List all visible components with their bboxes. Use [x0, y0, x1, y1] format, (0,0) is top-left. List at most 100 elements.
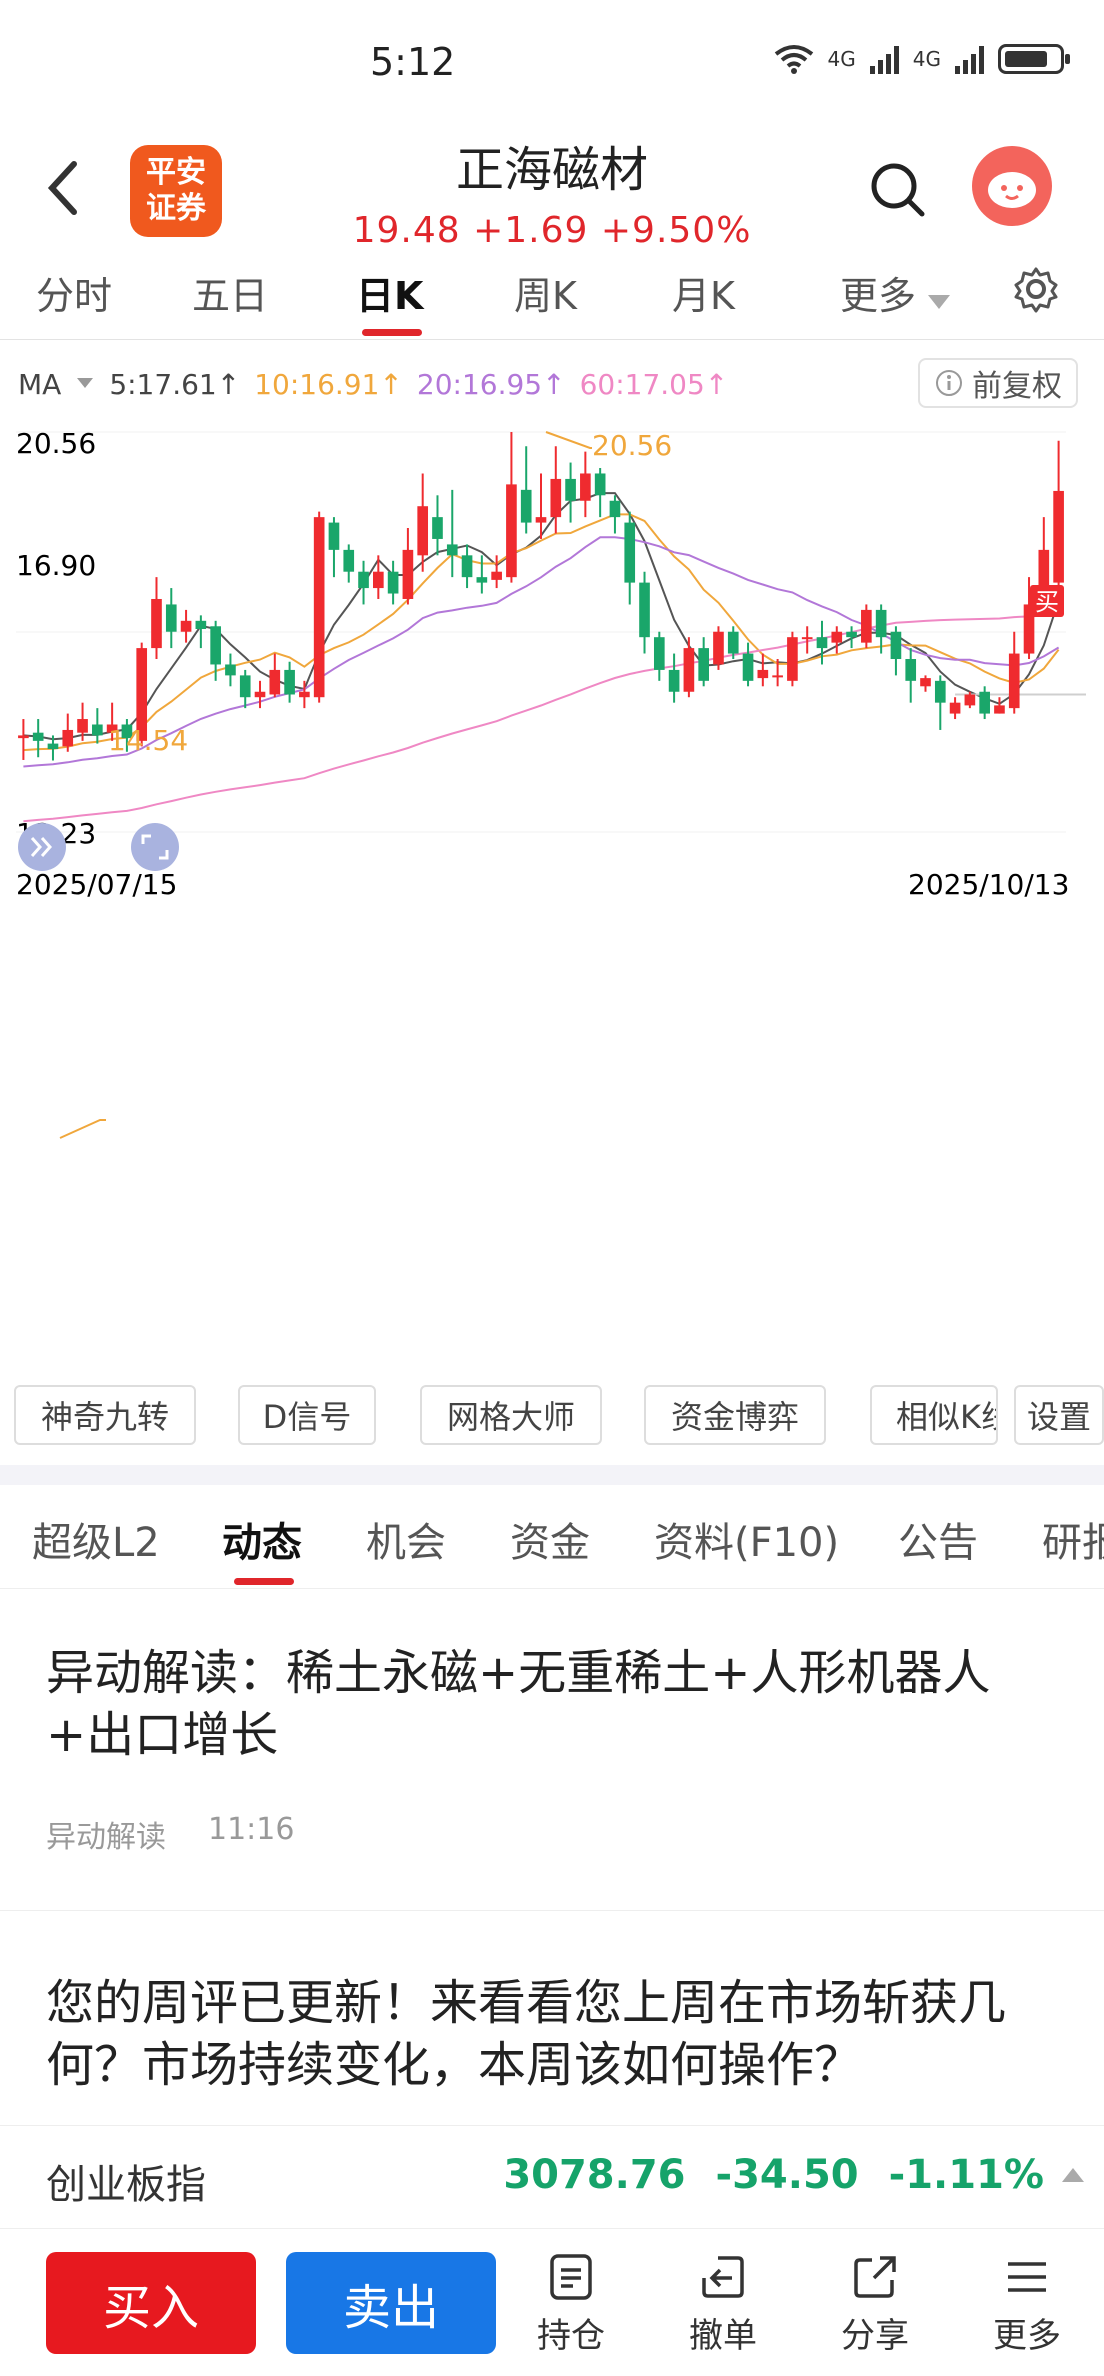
caret-down-icon	[928, 295, 951, 309]
tool-settings[interactable]: 设置	[1014, 1385, 1104, 1445]
tool-grid-master[interactable]: 网格大师	[420, 1385, 602, 1445]
tab-research[interactable]: 研报	[1042, 1510, 1104, 1568]
candle-body	[565, 478, 576, 501]
assistant-avatar[interactable]	[972, 146, 1052, 226]
gear-icon	[1014, 267, 1058, 313]
caret-up-icon[interactable]	[1062, 2166, 1084, 2182]
candle-body	[594, 473, 606, 496]
candle-body	[299, 691, 310, 698]
candle-body	[387, 571, 399, 594]
x-end-label: 2025/10/13	[908, 868, 1069, 901]
tool-similar-k[interactable]: 相似K线	[870, 1385, 998, 1445]
caret-down-icon	[77, 378, 94, 388]
tab-more-label: 更多	[840, 274, 917, 318]
fullscreen-button[interactable]	[131, 823, 179, 871]
index-ticker[interactable]: 创业板指 3078.76 -34.50 -1.11%	[0, 2125, 1104, 2229]
tab-weekly-k[interactable]: 周K	[514, 265, 577, 320]
candle-body	[934, 680, 946, 703]
candle-body	[668, 669, 680, 692]
candle-body	[417, 506, 429, 556]
candle-body	[890, 631, 902, 660]
kline-chart[interactable]: 20.56 16.90 13.23 20.56 14.54 买 2025/07/…	[0, 420, 1104, 1300]
active-tab-indicator	[234, 1578, 294, 1585]
high-annotation: 20.56	[592, 429, 672, 462]
tab-intraday[interactable]: 分时	[36, 265, 112, 320]
candle-body	[476, 577, 488, 583]
menu-icon	[1008, 2262, 1046, 2292]
candle-body	[269, 669, 281, 695]
candle-body	[328, 522, 340, 550]
y-tick-high: 20.56	[16, 427, 96, 460]
candle-body	[446, 544, 458, 556]
period-tabs: 分时 五日 日K 周K 月K 更多	[0, 255, 1104, 340]
stock-price: 19.48	[352, 210, 461, 251]
candle-body	[18, 735, 29, 739]
candle-body	[210, 626, 221, 665]
candle-body	[742, 653, 754, 681]
candle-body	[1008, 653, 1020, 709]
index-name: 创业板指	[46, 2162, 206, 2208]
candle-body	[461, 555, 473, 578]
tab-monthly-k[interactable]: 月K	[672, 265, 735, 320]
tool-d-signal[interactable]: D信号	[238, 1385, 376, 1445]
candles	[18, 432, 1064, 761]
status-icons: 4G 4G	[774, 44, 1070, 74]
ma-legend[interactable]: MA 5:17.61↑ 10:16.91↑ 20:16.95↑ 60:17.05…	[18, 368, 728, 401]
tool-fund-game[interactable]: 资金博弈	[644, 1385, 826, 1445]
candle-body	[846, 631, 857, 638]
tab-f10[interactable]: 资料(F10)	[654, 1510, 839, 1568]
stock-change-pct: +9.50%	[600, 210, 752, 251]
candle-body	[165, 604, 177, 632]
tab-five-day[interactable]: 五日	[192, 265, 268, 320]
candle-body	[1053, 490, 1064, 583]
buy-marker: 买	[1035, 588, 1059, 616]
nav-holdings[interactable]: 持仓	[516, 2252, 626, 2357]
ma5-value: 5:17.61↑	[109, 368, 241, 401]
news-source-1: 异动解读	[46, 1820, 166, 1855]
candle-body	[239, 675, 251, 698]
tab-divider	[0, 1588, 1104, 1589]
adjustment-toggle[interactable]: 前复权	[918, 358, 1078, 408]
nav-share[interactable]: 分享	[820, 2252, 930, 2357]
candle-body	[831, 631, 843, 643]
search-button[interactable]	[868, 160, 928, 220]
candle-body	[609, 500, 621, 518]
nav-more[interactable]: 更多	[972, 2252, 1082, 2357]
stock-quote: 19.48 +1.69 +9.50%	[0, 210, 1104, 251]
candle-body	[402, 549, 414, 599]
buy-button[interactable]: 买入	[46, 2252, 256, 2354]
ma20-value: 20:16.95↑	[416, 368, 566, 401]
tab-daily-k[interactable]: 日K	[356, 265, 423, 320]
candle-body	[225, 664, 236, 676]
candle-body	[47, 743, 59, 750]
candle-body	[801, 637, 813, 640]
tab-news[interactable]: 动态	[222, 1510, 302, 1568]
candle-body	[713, 631, 724, 665]
nav-cancel-order[interactable]: 撤单	[668, 2252, 778, 2357]
index-value: 3078.76	[503, 2152, 686, 2198]
ma-label: MA	[18, 368, 62, 401]
ma10-value: 10:16.91↑	[254, 368, 403, 401]
low-annotation: 14.54	[108, 724, 188, 757]
signal-icon-2	[955, 44, 984, 74]
tool-nine-turns[interactable]: 神奇九转	[14, 1385, 196, 1445]
news-title-1[interactable]: 异动解读：稀土永磁+无重稀土+人形机器人+出口增长	[46, 1642, 1056, 1766]
tab-super-l2[interactable]: 超级L2	[32, 1510, 160, 1568]
y-tick-mid: 16.90	[16, 549, 96, 582]
candle-body	[313, 517, 325, 698]
wifi-icon	[774, 45, 813, 74]
candle-body	[373, 571, 384, 589]
tab-more[interactable]: 更多	[840, 265, 951, 320]
candle-body	[506, 484, 517, 578]
sell-button[interactable]: 卖出	[286, 2252, 496, 2354]
tab-funds[interactable]: 资金	[510, 1510, 590, 1568]
candle-body	[624, 522, 636, 583]
assistant-face-icon	[988, 172, 1036, 208]
tab-announcements[interactable]: 公告	[898, 1510, 978, 1568]
stock-change: +1.69	[473, 210, 589, 251]
news-title-2[interactable]: 您的周评已更新！来看看您上周在市场斩获几何？市场持续变化，本周该如何操作？	[46, 1972, 1056, 2096]
tab-opportunity[interactable]: 机会	[366, 1510, 446, 1568]
adjustment-label: 前复权	[972, 369, 1062, 404]
candle-body	[683, 648, 695, 692]
chart-settings-button[interactable]	[1012, 265, 1060, 317]
